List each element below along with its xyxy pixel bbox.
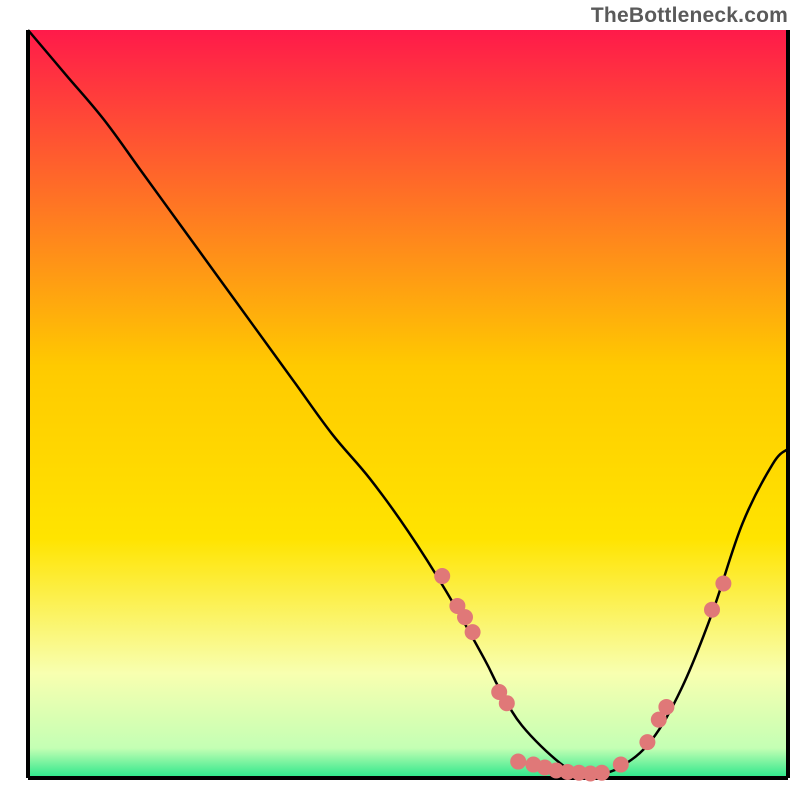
data-marker — [704, 602, 720, 618]
data-marker — [613, 757, 629, 773]
data-marker — [658, 699, 674, 715]
chart-container: TheBottleneck.com — [0, 0, 800, 800]
data-marker — [594, 765, 610, 781]
data-marker — [715, 576, 731, 592]
data-marker — [510, 754, 526, 770]
data-marker — [457, 609, 473, 625]
chart-svg — [0, 0, 800, 800]
plot-background — [28, 30, 788, 778]
data-marker — [639, 734, 655, 750]
watermark-text: TheBottleneck.com — [591, 4, 788, 28]
data-marker — [434, 568, 450, 584]
data-marker — [499, 695, 515, 711]
data-marker — [465, 624, 481, 640]
